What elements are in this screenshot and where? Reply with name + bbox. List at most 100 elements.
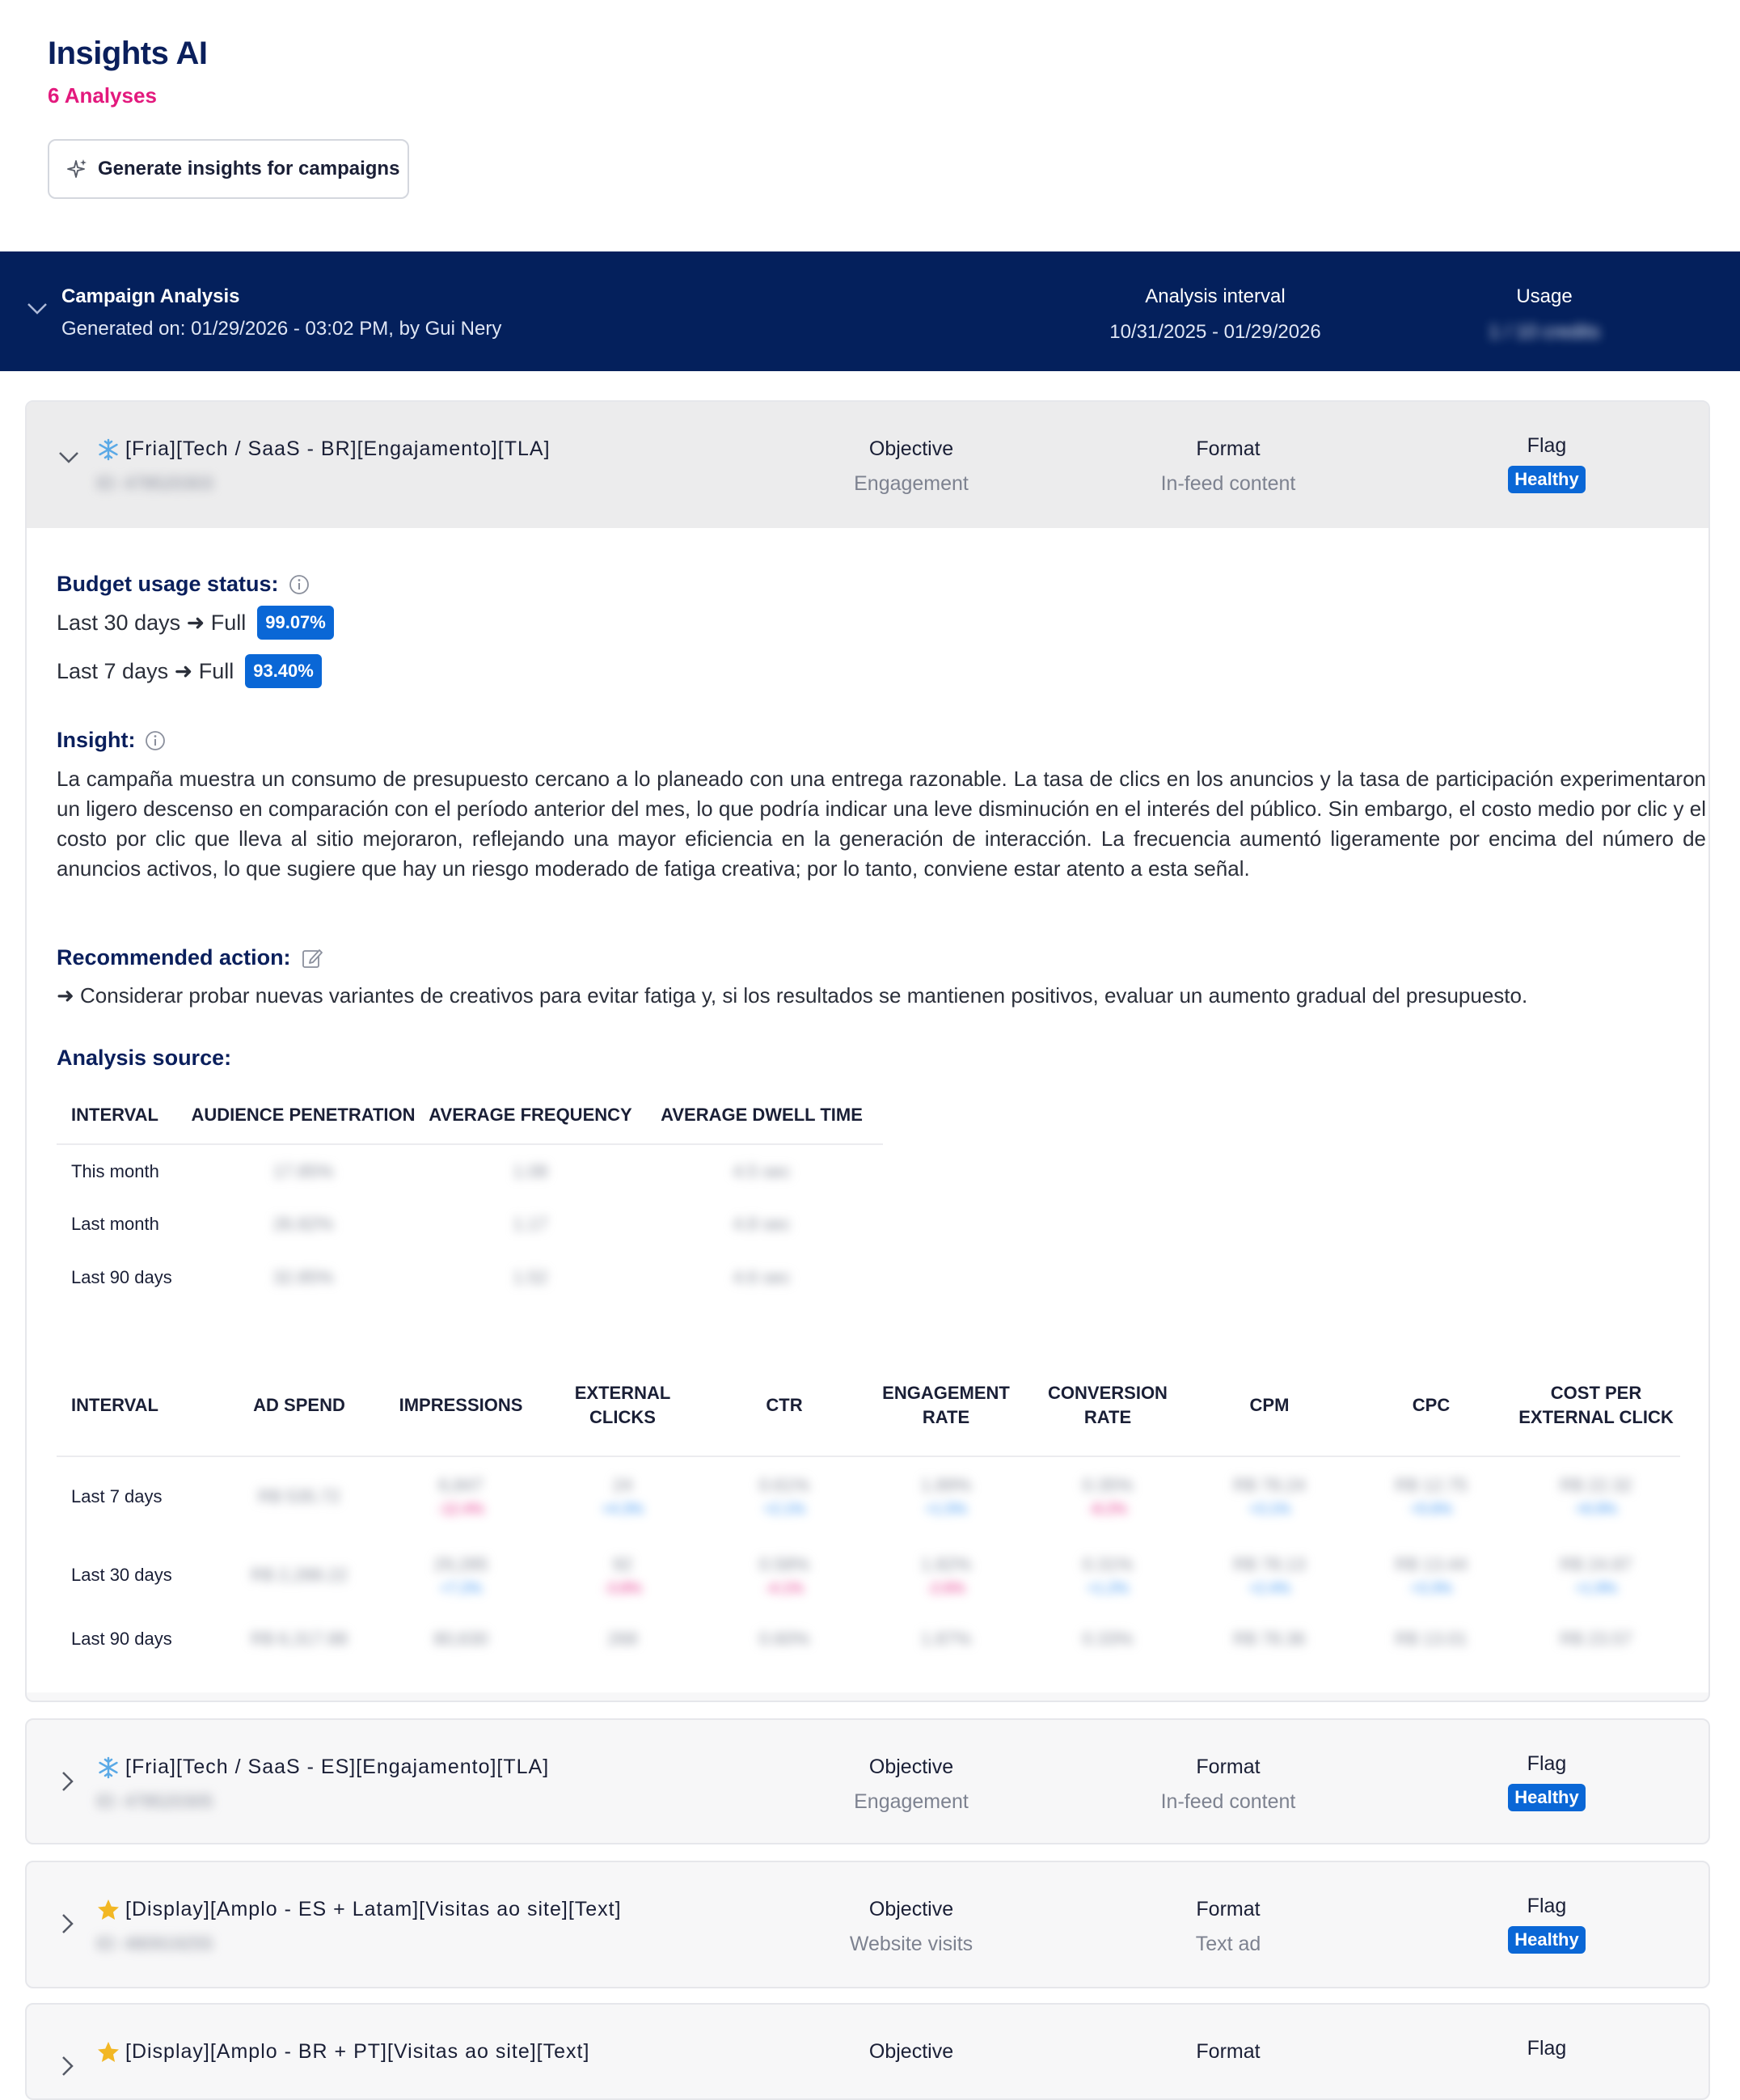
metric-cell: 24 +4.3% bbox=[542, 1456, 703, 1536]
budget-status-title: Budget usage status: bbox=[57, 572, 310, 597]
campaign-card[interactable]: [Display][Amplo - BR + PT][Visitas ao si… bbox=[25, 2003, 1710, 2100]
table-row: Last month 26.82% 1.17 4.8 sec bbox=[71, 1214, 791, 1234]
metric-value: 80,630 bbox=[433, 1629, 488, 1649]
chevron-down-icon[interactable] bbox=[26, 302, 49, 316]
analysis-interval: Analysis interval 10/31/2025 - 01/29/202… bbox=[1109, 285, 1321, 343]
metric-cell: R$ 2,288.22 bbox=[218, 1536, 380, 1615]
metric-delta: +1.2% bbox=[1087, 1579, 1129, 1596]
metric-value: 0.33% bbox=[1082, 1629, 1134, 1649]
campaign-objective: Objective Engagement bbox=[854, 1756, 969, 1813]
audience-table: INTERVAL AUDIENCE PENETRATION AVERAGE FR… bbox=[57, 1086, 883, 1304]
generate-insights-button[interactable]: Generate insights for campaigns bbox=[48, 139, 409, 199]
metric-cell: 0.35% -8.2% bbox=[1027, 1456, 1189, 1536]
campaign-name: [Fria][Tech / SaaS - ES][Engajamento][TL… bbox=[125, 1756, 550, 1778]
campaign-card-header[interactable]: [Fria][Tech / SaaS - BR][Engajamento][TL… bbox=[27, 402, 1708, 528]
metric-value: R$ 22.32 bbox=[1560, 1475, 1632, 1495]
table-row: Last 7 days R$ 535.72 6,847 -12.4% 24 +4.3% 0.… bbox=[57, 1456, 1680, 1536]
metric-value: 268 bbox=[607, 1629, 638, 1649]
chevron-right-icon[interactable] bbox=[61, 1912, 75, 1935]
star-icon bbox=[98, 1899, 119, 1920]
metric-delta: +2.1% bbox=[763, 1501, 805, 1517]
campaign-card[interactable]: [Fria][Tech / SaaS - ES][Engajamento][TL… bbox=[25, 1718, 1710, 1844]
metric-cell: 1.87% bbox=[865, 1615, 1027, 1663]
status-badge: Healthy bbox=[1508, 466, 1586, 493]
table-row: Last 30 days R$ 2,288.22 29,285 +7.2% 92 -3.8… bbox=[57, 1536, 1680, 1615]
campaign-flag: Flag Healthy bbox=[1425, 1895, 1668, 1954]
metric-cell: 29,285 +7.2% bbox=[380, 1536, 542, 1615]
metric-delta: +7.2% bbox=[440, 1579, 482, 1596]
metric-cell: R$ 22.32 +6.9% bbox=[1512, 1456, 1680, 1536]
metric-value: 1.82% bbox=[920, 1553, 972, 1574]
campaign-flag: Flag Healthy bbox=[1425, 434, 1668, 493]
page-header: Insights AI 6 Analyses bbox=[48, 36, 208, 108]
metric-value: 0.35% bbox=[1082, 1475, 1134, 1495]
campaign-details: Budget usage status: Last 30 days ➜ Full… bbox=[27, 528, 1708, 1692]
analyses-count: 6 Analyses bbox=[48, 83, 157, 108]
status-badge: Healthy bbox=[1508, 1926, 1586, 1954]
info-icon[interactable] bbox=[145, 730, 166, 751]
chevron-right-icon[interactable] bbox=[61, 2055, 75, 2077]
metric-cell: R$ 6,317.88 bbox=[218, 1615, 380, 1663]
chevron-right-icon[interactable] bbox=[61, 1770, 75, 1793]
table-row: This month 17.85% 1.08 4.5 sec bbox=[71, 1160, 791, 1181]
metric-value: R$ 535.72 bbox=[258, 1485, 340, 1506]
metric-value: R$ 12.75 bbox=[1395, 1475, 1468, 1495]
status-badge: Healthy bbox=[1508, 1784, 1586, 1811]
metric-delta: +4.3% bbox=[602, 1501, 644, 1517]
generate-insights-label: Generate insights for campaigns bbox=[98, 158, 400, 180]
app-title: Insights AI bbox=[48, 36, 208, 71]
metric-cell: R$ 78.13 +2.4% bbox=[1189, 1536, 1350, 1615]
usage: Usage 1 / 10 credits bbox=[1423, 285, 1666, 344]
sparkle-icon bbox=[67, 159, 87, 178]
campaign-card[interactable]: [Fria][Tech / SaaS - BR][Engajamento][TL… bbox=[25, 400, 1710, 1702]
recommended-action-text: ➜ Considerar probar nuevas variantes de … bbox=[57, 983, 1528, 1008]
metric-delta: +1.9% bbox=[1575, 1579, 1617, 1596]
metric-cell: 1.82% -2.6% bbox=[865, 1536, 1027, 1615]
usage-value: 1 / 10 credits bbox=[1489, 321, 1600, 343]
campaign-objective: Objective bbox=[868, 2040, 954, 2063]
campaign-name: [Fria][Tech / SaaS - BR][Engajamento][TL… bbox=[125, 437, 551, 460]
metric-value: R$ 78.24 bbox=[1233, 1475, 1306, 1495]
metric-delta: -8.2% bbox=[1088, 1501, 1127, 1517]
metric-cell: 0.58% -4.1% bbox=[703, 1536, 865, 1615]
metric-cell: 0.31% +1.2% bbox=[1027, 1536, 1189, 1615]
metric-cell: 268 bbox=[542, 1615, 703, 1663]
metric-delta: -12.4% bbox=[437, 1501, 484, 1517]
metric-value: 1.87% bbox=[920, 1629, 972, 1649]
campaign-card[interactable]: [Display][Amplo - ES + Latam][Visitas ao… bbox=[25, 1861, 1710, 1988]
metric-cell: 1.89% +1.5% bbox=[865, 1456, 1027, 1536]
metric-cell: R$ 78.36 bbox=[1189, 1615, 1350, 1663]
metric-cell: 92 -3.8% bbox=[542, 1536, 703, 1615]
analysis-title: Campaign Analysis bbox=[61, 285, 240, 307]
insight-title: Insight: bbox=[57, 728, 166, 753]
campaign-card-header[interactable]: [Display][Amplo - ES + Latam][Visitas ao… bbox=[27, 1862, 1708, 1987]
campaign-name: [Display][Amplo - BR + PT][Visitas ao si… bbox=[125, 2040, 590, 2063]
star-icon bbox=[98, 2042, 119, 2062]
metric-value: 92 bbox=[612, 1553, 633, 1574]
campaign-card-header[interactable]: [Display][Amplo - BR + PT][Visitas ao si… bbox=[27, 2005, 1708, 2098]
metric-delta: -2.6% bbox=[927, 1579, 965, 1596]
budget-30-badge: 99.07% bbox=[257, 606, 334, 640]
metric-cell: 0.33% bbox=[1027, 1615, 1189, 1663]
metric-delta: +1.5% bbox=[925, 1501, 967, 1517]
table-header-row: INTERVAL AUDIENCE PENETRATION AVERAGE FR… bbox=[57, 1086, 883, 1145]
edit-icon[interactable] bbox=[301, 947, 323, 970]
analysis-generated: Generated on: 01/29/2026 - 03:02 PM, by … bbox=[61, 318, 502, 340]
metric-value: 24 bbox=[612, 1475, 633, 1495]
campaign-analysis-banner[interactable]: Campaign Analysis Generated on: 01/29/20… bbox=[0, 251, 1740, 371]
metric-cell: R$ 12.75 +5.6% bbox=[1350, 1456, 1512, 1536]
chevron-down-icon[interactable] bbox=[57, 450, 80, 465]
metric-value: 29,285 bbox=[433, 1553, 488, 1574]
metric-cell: 0.60% bbox=[703, 1615, 865, 1663]
snowflake-icon bbox=[99, 1756, 118, 1779]
info-icon[interactable] bbox=[289, 574, 310, 595]
campaign-card-header[interactable]: [Fria][Tech / SaaS - ES][Engajamento][TL… bbox=[27, 1720, 1708, 1843]
budget-30-days: Last 30 days ➜ Full 99.07% bbox=[57, 606, 334, 640]
metric-cell: R$ 78.24 +3.1% bbox=[1189, 1456, 1350, 1536]
metric-value: R$ 24.87 bbox=[1560, 1553, 1632, 1574]
campaign-flag: Flag bbox=[1527, 2037, 1567, 2060]
performance-table: INTERVAL AD SPEND IMPRESSIONS EXTERNAL C… bbox=[57, 1354, 1680, 1663]
campaign-id: ID: 480919255 bbox=[96, 1933, 213, 1954]
metric-value: R$ 23.57 bbox=[1560, 1629, 1632, 1649]
metric-delta: +3.3% bbox=[1410, 1579, 1452, 1596]
